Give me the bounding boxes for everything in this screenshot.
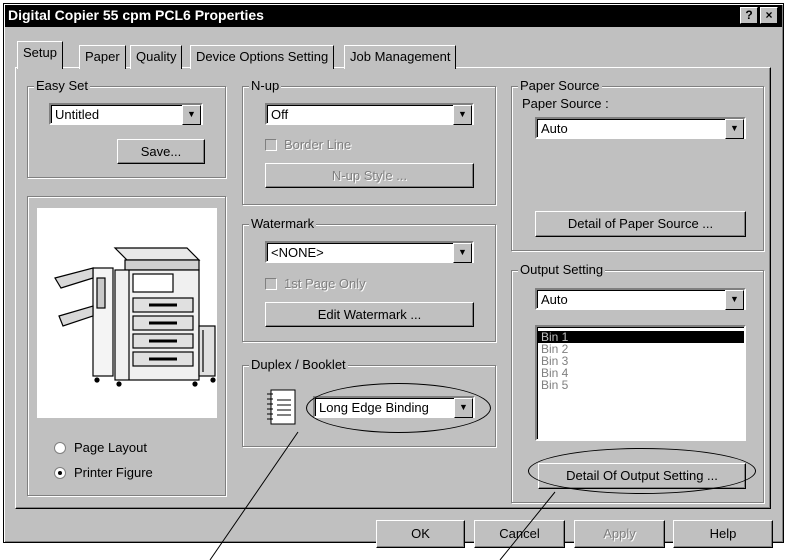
tab-setup[interactable]: Setup	[17, 41, 63, 69]
callout-line-output	[499, 491, 556, 560]
callout-lines	[209, 431, 556, 560]
callout-line-duplex	[209, 431, 299, 560]
